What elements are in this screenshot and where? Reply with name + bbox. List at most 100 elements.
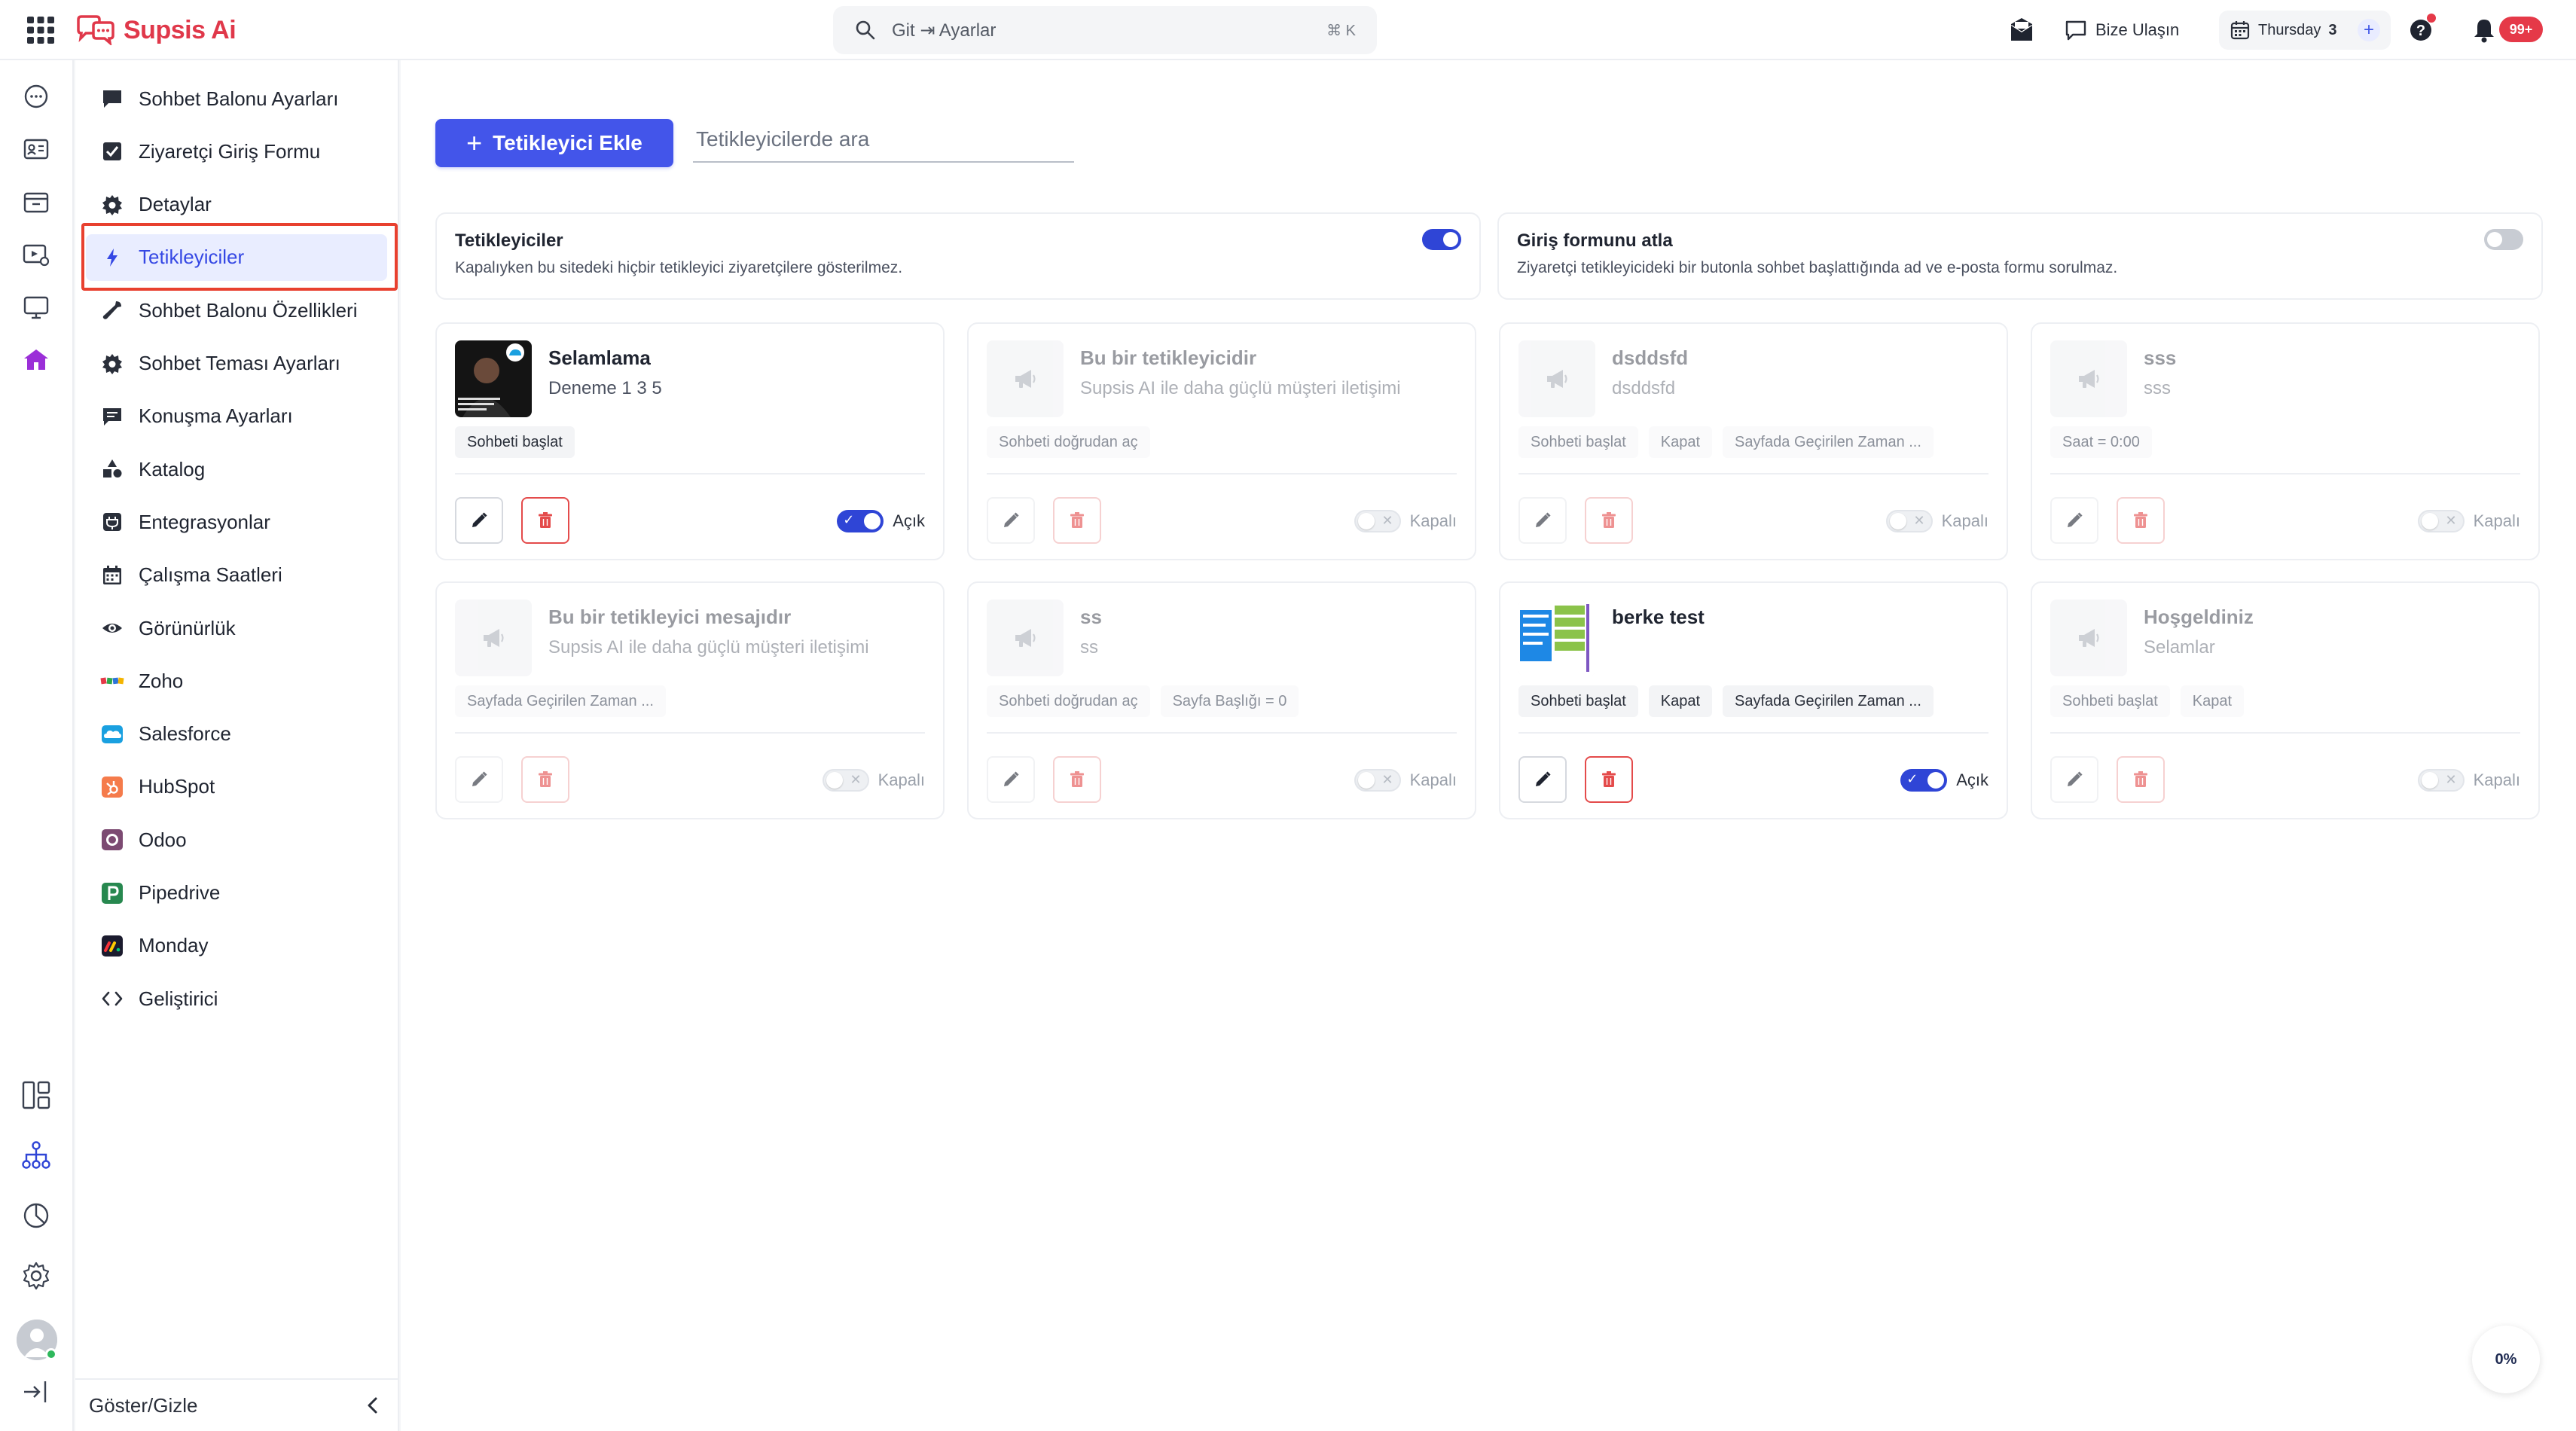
delete-trigger-button[interactable] bbox=[2117, 756, 2165, 803]
delete-trigger-button[interactable] bbox=[1585, 497, 1633, 544]
edit-trigger-button[interactable] bbox=[2050, 497, 2098, 544]
trigger-status: ✕ Kapalı bbox=[2417, 768, 2520, 792]
edit-trigger-button[interactable] bbox=[455, 756, 503, 803]
delete-trigger-button[interactable] bbox=[521, 756, 569, 803]
edit-trigger-button[interactable] bbox=[2050, 756, 2098, 803]
rail-monitor-icon[interactable] bbox=[20, 291, 53, 324]
edit-trigger-button[interactable] bbox=[987, 497, 1035, 544]
rail-contacts-icon[interactable] bbox=[20, 133, 53, 166]
online-status-dot bbox=[45, 1348, 57, 1360]
trigger-subtitle: Selamlar bbox=[2144, 637, 2215, 658]
sidebar-item-detaylar[interactable]: Detaylar bbox=[86, 182, 387, 228]
rail-archive-icon[interactable] bbox=[20, 185, 53, 218]
plug-icon bbox=[99, 509, 125, 535]
edit-trigger-button[interactable] bbox=[1518, 756, 1567, 803]
delete-trigger-button[interactable] bbox=[1053, 497, 1101, 544]
sidebar-item-sohbet-balonu-ozellikleri[interactable]: Sohbet Balonu Özellikleri bbox=[86, 287, 387, 334]
chat-bubble-icon bbox=[99, 86, 125, 111]
app-logo[interactable]: Supsis Ai bbox=[75, 11, 237, 50]
sidebar-item-konusma-ayarlari[interactable]: Konuşma Ayarları bbox=[86, 393, 387, 440]
rail-settings-icon[interactable] bbox=[20, 1259, 53, 1292]
trigger-active-switch[interactable]: ✕ bbox=[2417, 510, 2465, 532]
code-icon bbox=[99, 986, 125, 1011]
trigger-thumbnail bbox=[455, 340, 532, 417]
sidebar-item-label: Tetikleyiciler bbox=[139, 246, 245, 269]
delete-trigger-button[interactable] bbox=[521, 497, 569, 544]
sidebar-item-tetikleyiciler[interactable]: Tetikleyiciler bbox=[86, 233, 387, 281]
sidebar-item-label: Detaylar bbox=[139, 193, 212, 216]
trigger-search-input[interactable] bbox=[693, 117, 1074, 163]
contact-us-label: Bize Ulaşın bbox=[2095, 20, 2180, 39]
global-search[interactable]: Git ⇥ Ayarlar ⌘ K bbox=[833, 6, 1377, 54]
triggers-switch[interactable] bbox=[1422, 229, 1461, 250]
add-event-button[interactable]: + bbox=[2358, 19, 2380, 41]
sidebar-item-label: Konuşma Ayarları bbox=[139, 404, 293, 428]
date-widget[interactable]: Thursday 3 + bbox=[2219, 11, 2391, 50]
logo-chat-bubbles-icon bbox=[77, 15, 114, 45]
x-icon: ✕ bbox=[2445, 513, 2457, 528]
sidebar-item-salesforce[interactable]: Salesforce bbox=[86, 711, 387, 758]
trigger-active-switch[interactable]: ✕ bbox=[1354, 510, 1401, 532]
trigger-status: ✓ Açık bbox=[1900, 768, 1988, 792]
delete-trigger-button[interactable] bbox=[1053, 756, 1101, 803]
trigger-condition-tag: Kapat bbox=[2180, 685, 2245, 717]
rail-store-icon[interactable] bbox=[20, 343, 53, 377]
trigger-active-switch[interactable]: ✓ bbox=[1900, 769, 1948, 792]
delete-trigger-button[interactable] bbox=[2117, 497, 2165, 544]
sidebar-item-hubspot[interactable]: HubSpot bbox=[86, 764, 387, 810]
trigger-title: Bu bir tetikleyicidir bbox=[1080, 346, 1257, 369]
rail-hierarchy-icon[interactable] bbox=[20, 1139, 53, 1172]
sidebar-item-calisma-saatleri[interactable]: Çalışma Saatleri bbox=[86, 552, 387, 599]
sidebar-item-sohbet-balonu-ayarlari[interactable]: Sohbet Balonu Ayarları bbox=[86, 75, 387, 122]
sidebar-item-label: HubSpot bbox=[139, 775, 215, 798]
edit-trigger-button[interactable] bbox=[455, 497, 503, 544]
sidebar-item-entegrasyonlar[interactable]: Entegrasyonlar bbox=[86, 499, 387, 545]
pencil-icon bbox=[1000, 510, 1021, 531]
trigger-active-switch[interactable]: ✓ bbox=[837, 510, 884, 532]
bell-icon[interactable] bbox=[2469, 15, 2499, 45]
sidebar-item-monday[interactable]: Monday bbox=[86, 923, 387, 969]
icon-rail bbox=[0, 60, 74, 1431]
edit-trigger-button[interactable] bbox=[987, 756, 1035, 803]
trigger-active-switch[interactable]: ✕ bbox=[1354, 769, 1401, 792]
rail-reports-icon[interactable] bbox=[20, 1199, 53, 1232]
add-trigger-button[interactable]: + Tetikleyici Ekle bbox=[435, 119, 673, 167]
trigger-tags: Sohbeti başlat Kapat bbox=[2050, 685, 2520, 717]
pencil-icon bbox=[1000, 769, 1021, 790]
delete-trigger-button[interactable] bbox=[1585, 756, 1633, 803]
contact-us-button[interactable]: Bize Ulaşın bbox=[2064, 14, 2179, 47]
progress-indicator[interactable]: 0% bbox=[2472, 1326, 2540, 1393]
sidebar-item-sohbet-temasi-ayarlari[interactable]: Sohbet Teması Ayarları bbox=[86, 340, 387, 387]
trigger-subtitle: ss bbox=[1080, 637, 1098, 658]
edit-trigger-button[interactable] bbox=[1518, 497, 1567, 544]
calendar-icon bbox=[2230, 21, 2250, 40]
trigger-active-switch[interactable]: ✕ bbox=[2417, 769, 2465, 792]
trigger-title: dsddsfd bbox=[1612, 346, 1689, 369]
skip-form-switch[interactable] bbox=[2484, 229, 2523, 250]
apps-grid-icon[interactable] bbox=[26, 15, 56, 45]
sidebar-item-odoo[interactable]: Odoo bbox=[86, 816, 387, 863]
card-divider bbox=[455, 473, 925, 474]
logout-icon[interactable] bbox=[20, 1375, 53, 1408]
sidebar-item-katalog[interactable]: Katalog bbox=[86, 446, 387, 493]
megaphone-icon bbox=[987, 340, 1064, 417]
sidebar-item-zoho[interactable]: Zoho bbox=[86, 658, 387, 704]
sidebar-item-gelistirici[interactable]: Geliştirici bbox=[86, 975, 387, 1022]
megaphone-icon bbox=[987, 600, 1064, 676]
sidebar-item-gorunurluk[interactable]: Görünürlük bbox=[86, 605, 387, 651]
trigger-tags: Sohbeti başlat bbox=[455, 426, 925, 458]
help-notification-dot bbox=[2427, 14, 2436, 23]
show-hide-toggle[interactable]: Göster/Gizle bbox=[75, 1378, 398, 1431]
rail-automation-icon[interactable] bbox=[20, 238, 53, 271]
rail-chats-icon[interactable] bbox=[20, 80, 53, 113]
trigger-active-switch[interactable]: ✕ bbox=[822, 769, 869, 792]
inbox-icon[interactable] bbox=[2007, 15, 2037, 45]
trigger-card: berke test Sohbeti başlat Kapat Sayfada Ge… bbox=[1499, 581, 2008, 819]
trigger-card: Hoşgeldiniz Selamlar Sohbeti başlat Kapat… bbox=[2031, 581, 2540, 819]
sidebar-item-ziyaretci-giris-formu[interactable]: Ziyaretçi Giriş Formu bbox=[86, 128, 387, 175]
rail-layout-icon[interactable] bbox=[20, 1079, 53, 1112]
sidebar-item-pipedrive[interactable]: Pipedrive bbox=[86, 870, 387, 917]
trigger-status: ✕ Kapalı bbox=[2417, 509, 2520, 533]
trigger-active-switch[interactable]: ✕ bbox=[1885, 510, 1933, 532]
pencil-icon bbox=[1532, 769, 1553, 790]
